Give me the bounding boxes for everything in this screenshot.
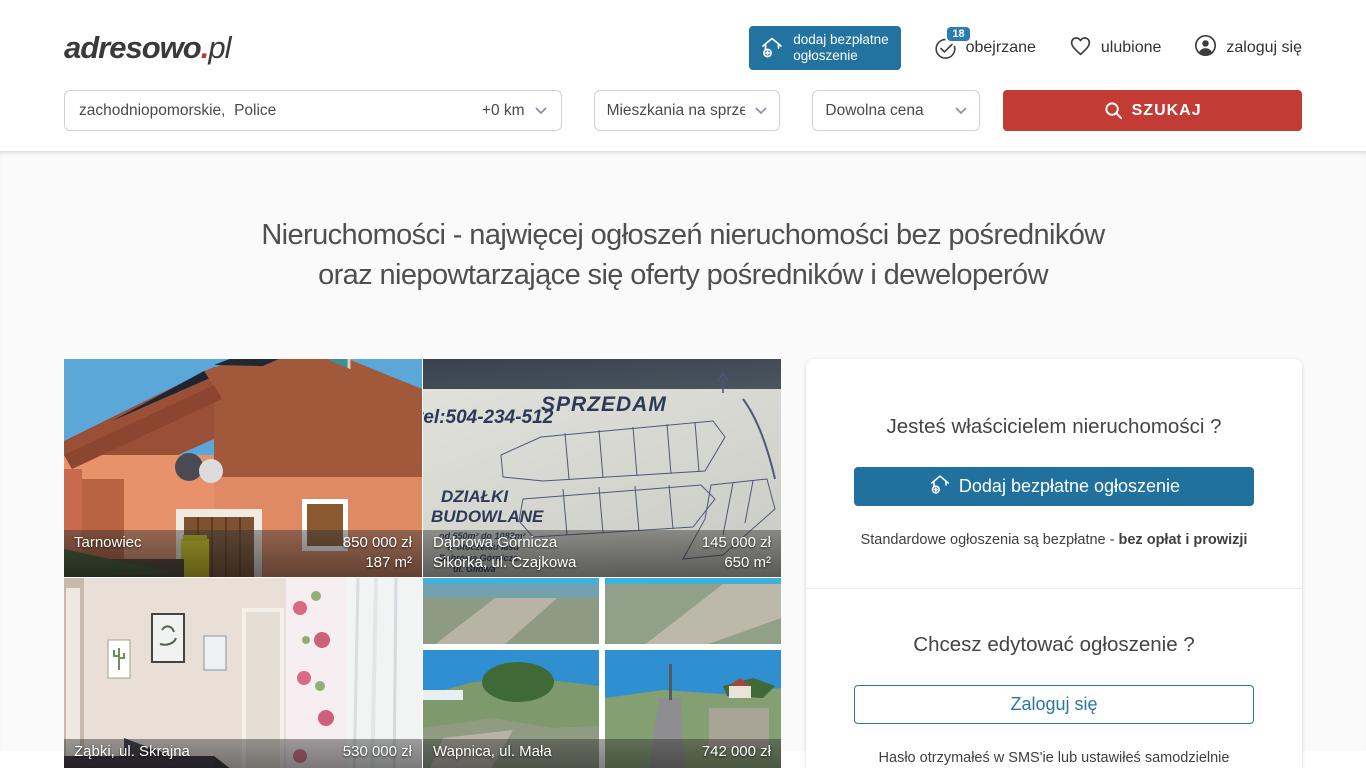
- chevron-down-icon: [535, 107, 547, 115]
- location-input[interactable]: [79, 102, 379, 120]
- owner-panel-top: Jesteś właścicielem nieruchomości ? Doda…: [806, 359, 1302, 588]
- sidebar-login-label: Zaloguj się: [1010, 694, 1097, 715]
- plot-ad-heading: BUDOWLANE: [431, 507, 543, 527]
- nav-login[interactable]: zaloguj się: [1193, 33, 1302, 63]
- house-plus-icon: [759, 34, 785, 63]
- listing-location: Ząbki, ul. Skrajna: [74, 742, 190, 762]
- owner-panel: Jesteś właścicielem nieruchomości ? Doda…: [806, 359, 1302, 768]
- owner-panel-bottom: Chcesz edytować ogłoszenie ? Zaloguj się…: [806, 588, 1302, 768]
- location-field[interactable]: +0 km: [64, 90, 562, 131]
- viewed-count-badge: 18: [947, 27, 969, 41]
- sidebar-login-button[interactable]: Zaloguj się: [854, 685, 1254, 724]
- main-content: Tarnowiec 850 000 zł 187 m²: [0, 359, 1366, 768]
- add-listing-label: dodaj bezpłatneogłoszenie: [793, 32, 888, 64]
- listing-caption: Dąbrowa Górnicza Sikorka, ul. Czajkowa 1…: [423, 530, 781, 577]
- listing-card[interactable]: Ząbki, ul. Skrajna 530 000 zł: [64, 578, 422, 768]
- nav-viewed-label: obejrzane: [966, 39, 1036, 57]
- listing-price: 742 000 zł: [702, 742, 771, 762]
- logo-tld: pl: [208, 30, 230, 65]
- user-icon: [1193, 33, 1218, 63]
- nav-login-label: zaloguj się: [1226, 39, 1302, 57]
- listing-price: 850 000 zł: [343, 533, 412, 553]
- search-submit-button[interactable]: SZUKAJ: [1003, 90, 1302, 131]
- search-icon: [1104, 101, 1123, 120]
- house-plus-icon: [928, 472, 952, 501]
- nav-viewed[interactable]: 18 obejrzane: [933, 36, 1036, 61]
- listing-price: 145 000 zł: [702, 533, 771, 553]
- listing-location: Dąbrowa Górnicza: [433, 533, 576, 553]
- heart-icon: [1068, 33, 1093, 63]
- listing-location: Wapnica, ul. Mała: [433, 742, 552, 762]
- radius-select[interactable]: +0 km: [482, 102, 547, 120]
- check-circle-icon: 18: [933, 36, 958, 61]
- category-select[interactable]: Mieszkania na sprzedaż: [594, 90, 781, 131]
- password-hint: Hasło otrzymałeś w SMS'ie lub ustawiłeś …: [854, 750, 1254, 766]
- page-title: Nieruchomości - najwięcej ogłoszeń nieru…: [0, 151, 1366, 295]
- price-value: Dowolna cena: [825, 102, 923, 120]
- listing-price: 530 000 zł: [343, 742, 412, 762]
- add-listing-button[interactable]: dodaj bezpłatneogłoszenie: [749, 26, 900, 70]
- header: adresowo.pl dodaj bezpłatneogłoszenie 18: [0, 0, 1366, 70]
- listing-card[interactable]: Tarnowiec 850 000 zł 187 m²: [64, 359, 422, 577]
- sidebar-add-listing-button[interactable]: Dodaj bezpłatne ogłoszenie: [854, 467, 1254, 506]
- logo[interactable]: adresowo.pl: [64, 30, 230, 66]
- search-bar: +0 km Mieszkania na sprzedaż Dowolna cen…: [0, 70, 1366, 151]
- listing-card[interactable]: Wapnica, ul. Mała 742 000 zł: [423, 578, 781, 768]
- plot-ad-heading: DZIAŁKI: [441, 487, 508, 507]
- listing-area: 650 m²: [702, 553, 771, 573]
- radius-value: +0 km: [482, 102, 525, 120]
- free-listings-note: Standardowe ogłoszenia są bezpłatne - be…: [854, 532, 1254, 548]
- listing-caption: Ząbki, ul. Skrajna 530 000 zł: [64, 739, 422, 768]
- chevron-down-icon: [755, 107, 767, 115]
- plot-ad-phone: tel:504-234-512: [423, 407, 553, 429]
- hero-section: Nieruchomości - najwięcej ogłoszeń nieru…: [0, 151, 1366, 751]
- listing-sublocation: Sikorka, ul. Czajkowa: [433, 553, 576, 573]
- nav-favorites[interactable]: ulubione: [1068, 33, 1162, 63]
- listing-caption: Wapnica, ul. Mała 742 000 zł: [423, 739, 781, 768]
- search-submit-label: SZUKAJ: [1132, 102, 1202, 120]
- edit-question: Chcesz edytować ogłoszenie ?: [854, 633, 1254, 657]
- header-nav: dodaj bezpłatneogłoszenie 18 obejrzane u…: [749, 26, 1302, 70]
- chevron-down-icon: [955, 107, 967, 115]
- listing-area: 187 m²: [343, 553, 412, 573]
- price-select[interactable]: Dowolna cena: [812, 90, 980, 131]
- sidebar-add-listing-label: Dodaj bezpłatne ogłoszenie: [959, 476, 1180, 497]
- listing-card[interactable]: SPRZEDAM tel:504-234-512 DZIAŁKI BUDOWLA…: [423, 359, 781, 577]
- owner-question: Jesteś właścicielem nieruchomości ?: [854, 415, 1254, 439]
- listing-location: Tarnowiec: [74, 533, 142, 553]
- category-value: Mieszkania na sprzedaż: [607, 102, 745, 120]
- nav-favorites-label: ulubione: [1101, 39, 1162, 57]
- plot-ad-title: SPRZEDAM: [541, 393, 667, 417]
- logo-brand: adresowo: [64, 30, 201, 65]
- listings-grid: Tarnowiec 850 000 zł 187 m²: [64, 359, 781, 768]
- listing-caption: Tarnowiec 850 000 zł 187 m²: [64, 530, 422, 577]
